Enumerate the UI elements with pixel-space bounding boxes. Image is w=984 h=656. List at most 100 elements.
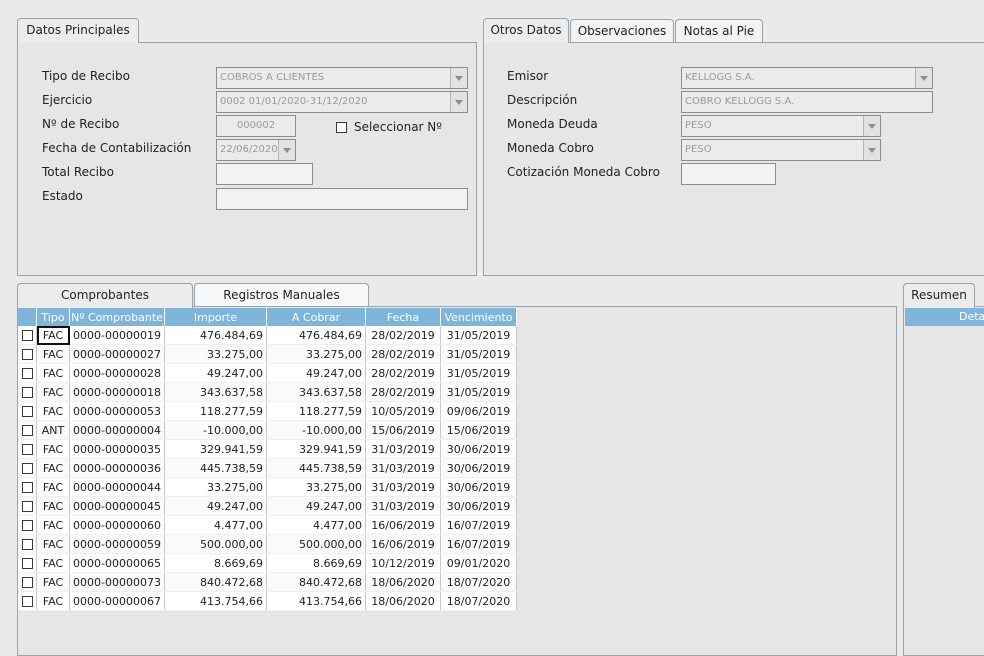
- table-row[interactable]: FAC 0000-00000073 840.472,68 840.472,68 18/0…: [18, 572, 517, 592]
- cell-importe[interactable]: 500.000,00: [164, 534, 267, 554]
- row-checkbox[interactable]: [21, 539, 33, 550]
- cell-importe[interactable]: 33.275,00: [164, 344, 267, 364]
- cell-a-cobrar[interactable]: 413.754,66: [266, 591, 366, 611]
- cell-vencimiento[interactable]: 31/05/2019: [440, 382, 517, 402]
- tab-comprobantes[interactable]: Comprobantes: [17, 283, 193, 308]
- cell-fecha[interactable]: 28/02/2019: [365, 326, 441, 345]
- table-row[interactable]: FAC 0000-00000036 445.738,59 445.738,59 31/0…: [18, 458, 517, 478]
- cell-a-cobrar[interactable]: 49.247,00: [266, 363, 366, 383]
- cell-nro-comprobante[interactable]: 0000-00000004: [69, 420, 165, 440]
- cell-nro-comprobante[interactable]: 0000-00000073: [69, 572, 165, 592]
- cell-tipo[interactable]: FAC: [36, 439, 70, 459]
- cell-vencimiento[interactable]: 15/06/2019: [440, 420, 517, 440]
- table-row[interactable]: ANT 0000-00000004 -10.000,00 -10.000,00 15/0…: [18, 420, 517, 440]
- cell-tipo[interactable]: FAC: [36, 591, 70, 611]
- cell-importe[interactable]: -10.000,00: [164, 420, 267, 440]
- fecha-contabilizacion-field[interactable]: 22/06/2020: [216, 139, 296, 161]
- table-row[interactable]: FAC 0000-00000059 500.000,00 500.000,00 16/0…: [18, 534, 517, 554]
- cell-fecha[interactable]: 28/02/2019: [365, 382, 441, 402]
- cell-tipo[interactable]: FAC: [36, 363, 70, 383]
- cell-vencimiento[interactable]: 31/05/2019: [440, 326, 517, 345]
- table-row[interactable]: FAC 0000-00000065 8.669,69 8.669,69 10/12/20…: [18, 553, 517, 573]
- cell-importe[interactable]: 329.941,59: [164, 439, 267, 459]
- column-header-fecha[interactable]: Fecha: [365, 308, 441, 326]
- row-checkbox[interactable]: [21, 349, 33, 360]
- cell-a-cobrar[interactable]: 33.275,00: [266, 477, 366, 497]
- cell-importe[interactable]: 33.275,00: [164, 477, 267, 497]
- cell-importe[interactable]: 4.477,00: [164, 515, 267, 535]
- cell-a-cobrar[interactable]: 118.277,59: [266, 401, 366, 421]
- row-checkbox[interactable]: [21, 368, 33, 379]
- row-checkbox[interactable]: [21, 577, 33, 588]
- table-row[interactable]: FAC 0000-00000027 33.275,00 33.275,00 28/02/…: [18, 344, 517, 364]
- cell-importe[interactable]: 8.669,69: [164, 553, 267, 573]
- cell-nro-comprobante[interactable]: 0000-00000035: [69, 439, 165, 459]
- cell-tipo[interactable]: FAC: [36, 515, 70, 535]
- row-checkbox[interactable]: [21, 387, 33, 398]
- cell-fecha[interactable]: 10/12/2019: [365, 553, 441, 573]
- column-header-importe[interactable]: Importe: [164, 308, 267, 326]
- table-row[interactable]: FAC 0000-00000018 343.637,58 343.637,58 28/0…: [18, 382, 517, 402]
- cell-nro-comprobante[interactable]: 0000-00000065: [69, 553, 165, 573]
- cell-tipo[interactable]: FAC: [36, 401, 70, 421]
- cell-fecha[interactable]: 10/05/2019: [365, 401, 441, 421]
- tab-observaciones[interactable]: Observaciones: [570, 19, 674, 42]
- tab-registros-manuales[interactable]: Registros Manuales: [194, 283, 369, 306]
- cell-vencimiento[interactable]: 30/06/2019: [440, 496, 517, 516]
- cell-nro-comprobante[interactable]: 0000-00000018: [69, 382, 165, 402]
- cell-fecha[interactable]: 31/03/2019: [365, 496, 441, 516]
- cell-fecha[interactable]: 31/03/2019: [365, 477, 441, 497]
- cell-importe[interactable]: 118.277,59: [164, 401, 267, 421]
- table-row[interactable]: FAC 0000-00000067 413.754,66 413.754,66 18/0…: [18, 591, 517, 611]
- row-checkbox[interactable]: [21, 425, 33, 436]
- cell-tipo[interactable]: FAC: [36, 458, 70, 478]
- cell-vencimiento[interactable]: 09/06/2019: [440, 401, 517, 421]
- cell-nro-comprobante[interactable]: 0000-00000060: [69, 515, 165, 535]
- cell-a-cobrar[interactable]: 49.247,00: [266, 496, 366, 516]
- table-row[interactable]: FAC 0000-00000045 49.247,00 49.247,00 31/03/…: [18, 496, 517, 516]
- cell-fecha[interactable]: 18/06/2020: [365, 572, 441, 592]
- cell-vencimiento[interactable]: 30/06/2019: [440, 477, 517, 497]
- cell-nro-comprobante[interactable]: 0000-00000053: [69, 401, 165, 421]
- cell-tipo[interactable]: FAC: [36, 553, 70, 573]
- cell-vencimiento[interactable]: 30/06/2019: [440, 458, 517, 478]
- row-checkbox[interactable]: [21, 482, 33, 493]
- chevron-down-icon[interactable]: [278, 140, 295, 160]
- cell-tipo[interactable]: FAC: [36, 496, 70, 516]
- cell-fecha[interactable]: 31/03/2019: [365, 439, 441, 459]
- table-row[interactable]: FAC 0000-00000053 118.277,59 118.277,59 10/0…: [18, 401, 517, 421]
- cell-tipo[interactable]: FAC: [36, 326, 70, 345]
- tab-otros-datos[interactable]: Otros Datos: [483, 18, 569, 43]
- column-header-a-cobrar[interactable]: A Cobrar: [266, 308, 366, 326]
- cell-a-cobrar[interactable]: 8.669,69: [266, 553, 366, 573]
- cell-nro-comprobante[interactable]: 0000-00000067: [69, 591, 165, 611]
- cell-tipo[interactable]: FAC: [36, 534, 70, 554]
- chevron-down-icon[interactable]: [450, 68, 467, 88]
- cell-importe[interactable]: 49.247,00: [164, 363, 267, 383]
- cell-a-cobrar[interactable]: 343.637,58: [266, 382, 366, 402]
- tab-resumen[interactable]: Resumen: [903, 283, 975, 308]
- moneda-deuda-select[interactable]: PESO: [681, 115, 881, 137]
- cell-importe[interactable]: 476.484,69: [164, 326, 267, 345]
- cell-tipo[interactable]: FAC: [36, 477, 70, 497]
- cell-vencimiento[interactable]: 18/07/2020: [440, 572, 517, 592]
- cell-vencimiento[interactable]: 31/05/2019: [440, 344, 517, 364]
- cell-fecha[interactable]: 31/03/2019: [365, 458, 441, 478]
- moneda-cobro-select[interactable]: PESO: [681, 139, 881, 161]
- seleccionar-nro-checkbox[interactable]: [336, 122, 347, 133]
- cell-a-cobrar[interactable]: 500.000,00: [266, 534, 366, 554]
- cell-fecha[interactable]: 16/06/2019: [365, 534, 441, 554]
- cell-importe[interactable]: 413.754,66: [164, 591, 267, 611]
- cell-importe[interactable]: 49.247,00: [164, 496, 267, 516]
- row-checkbox[interactable]: [21, 463, 33, 474]
- cell-importe[interactable]: 840.472,68: [164, 572, 267, 592]
- cell-a-cobrar[interactable]: 329.941,59: [266, 439, 366, 459]
- cell-nro-comprobante[interactable]: 0000-00000027: [69, 344, 165, 364]
- cell-fecha[interactable]: 15/06/2019: [365, 420, 441, 440]
- chevron-down-icon[interactable]: [863, 116, 880, 136]
- estado-field[interactable]: [216, 188, 468, 210]
- cell-tipo[interactable]: FAC: [36, 572, 70, 592]
- cell-a-cobrar[interactable]: -10.000,00: [266, 420, 366, 440]
- row-checkbox[interactable]: [21, 406, 33, 417]
- cell-tipo[interactable]: FAC: [36, 344, 70, 364]
